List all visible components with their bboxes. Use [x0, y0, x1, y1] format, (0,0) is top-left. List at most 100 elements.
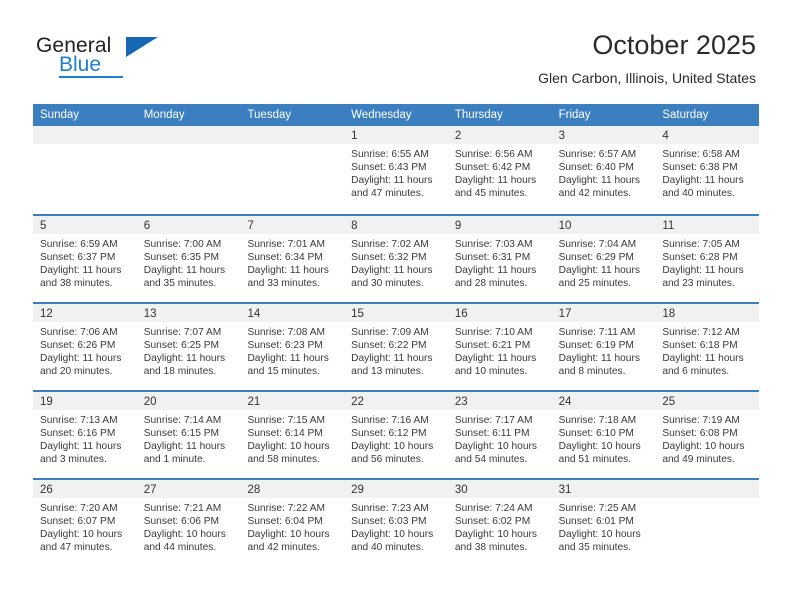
day-cell[interactable]: 15 Sunrise: 7:09 AM Sunset: 6:22 PM Dayligh… [344, 304, 448, 390]
daylight-duration-line1: Daylight: 11 hours [143, 265, 226, 277]
sunset-time: Sunset: 6:34 PM [247, 252, 323, 264]
day-cell-empty [655, 480, 760, 566]
daylight-duration-line2: and 38 minutes. [40, 278, 113, 290]
day-number: 16 [454, 308, 468, 320]
daylight-duration-line1: Daylight: 11 hours [40, 441, 122, 453]
day-cell[interactable]: 10 Sunrise: 7:04 AM Sunset: 6:29 PM Dayligh… [551, 216, 656, 302]
day-cell[interactable]: 24 Sunrise: 7:18 AM Sunset: 6:10 PM Dayligh… [551, 392, 656, 478]
sunset-time: Sunset: 6:03 PM [351, 516, 427, 528]
day-cell[interactable]: 28 Sunrise: 7:22 AM Sunset: 6:04 PM Dayligh… [240, 480, 345, 566]
day-details: Sunrise: 7:02 AM Sunset: 6:32 PM Daylight:… [344, 234, 448, 290]
calendar-weeks: 1 Sunrise: 6:55 AM Sunset: 6:43 PM Daylight… [33, 126, 760, 566]
sunrise-time: Sunrise: 7:03 AM [454, 239, 533, 250]
day-cell[interactable]: 20 Sunrise: 7:14 AM Sunset: 6:15 PM Dayligh… [136, 392, 241, 478]
daylight-duration-line1: Daylight: 11 hours [351, 353, 433, 365]
daylight-duration-line2: and 45 minutes. [454, 188, 528, 200]
sunset-time: Sunset: 6:06 PM [143, 516, 220, 528]
day-details: Sunrise: 7:15 AM Sunset: 6:14 PM Daylight:… [240, 410, 344, 466]
day-cell[interactable]: 4 Sunrise: 6:58 AM Sunset: 6:38 PM Daylight… [655, 126, 760, 214]
calendar-week-row: 1 Sunrise: 6:55 AM Sunset: 6:43 PM Daylight… [33, 126, 760, 214]
daylight-duration-line2: and 35 minutes. [558, 542, 632, 554]
day-cell[interactable]: 13 Sunrise: 7:07 AM Sunset: 6:25 PM Dayligh… [136, 304, 241, 390]
daylight-duration-line1: Daylight: 10 hours [40, 529, 123, 541]
title-block: October 2025 Glen Carbon, Illinois, Unit… [538, 28, 756, 87]
day-details: Sunrise: 7:12 AM Sunset: 6:18 PM Daylight:… [655, 322, 759, 378]
day-number-band: 10 [551, 216, 656, 234]
day-cell[interactable]: 8 Sunrise: 7:02 AM Sunset: 6:32 PM Daylight… [344, 216, 448, 302]
brand-logo[interactable]: General Blue [36, 34, 256, 86]
daylight-duration-line1: Daylight: 11 hours [662, 265, 744, 277]
day-cell-empty [240, 126, 345, 214]
day-number-band: 17 [551, 304, 656, 322]
day-number: 9 [454, 220, 462, 232]
day-details: Sunrise: 7:08 AM Sunset: 6:23 PM Daylight:… [240, 322, 344, 378]
sunrise-time: Sunrise: 6:57 AM [558, 149, 637, 160]
day-cell[interactable]: 1 Sunrise: 6:55 AM Sunset: 6:43 PM Daylight… [344, 126, 448, 214]
day-number-band: 28 [240, 480, 345, 498]
day-number: 27 [143, 484, 157, 496]
daylight-duration-line2: and 6 minutes. [662, 366, 730, 378]
daylight-duration-line2: and 42 minutes. [558, 188, 632, 200]
daylight-duration-line2: and 10 minutes. [454, 366, 528, 378]
day-cell[interactable]: 29 Sunrise: 7:23 AM Sunset: 6:03 PM Dayligh… [344, 480, 448, 566]
daylight-duration-line2: and 15 minutes. [247, 366, 320, 378]
sunrise-time: Sunrise: 6:59 AM [40, 239, 118, 250]
day-cell[interactable]: 18 Sunrise: 7:12 AM Sunset: 6:18 PM Dayligh… [655, 304, 760, 390]
day-cell[interactable]: 2 Sunrise: 6:56 AM Sunset: 6:42 PM Daylight… [447, 126, 552, 214]
daylight-duration-line2: and 54 minutes. [454, 454, 528, 466]
sunset-time: Sunset: 6:28 PM [662, 252, 738, 264]
day-cell[interactable]: 11 Sunrise: 7:05 AM Sunset: 6:28 PM Dayligh… [655, 216, 760, 302]
daylight-duration-line2: and 25 minutes. [558, 278, 632, 290]
daylight-duration-line2: and 58 minutes. [247, 454, 320, 466]
day-number: 12 [40, 308, 53, 320]
day-cell[interactable]: 9 Sunrise: 7:03 AM Sunset: 6:31 PM Daylight… [447, 216, 552, 302]
sunrise-time: Sunrise: 7:17 AM [454, 415, 533, 426]
sunrise-time: Sunrise: 7:10 AM [454, 327, 533, 338]
sunset-time: Sunset: 6:18 PM [662, 340, 738, 352]
day-number-band: 2 [447, 126, 552, 144]
calendar-page: General Blue October 2025 Glen Carbon, I… [0, 0, 792, 612]
day-number-band: 12 [33, 304, 137, 322]
sunrise-time: Sunrise: 7:24 AM [454, 503, 533, 514]
day-cell[interactable]: 30 Sunrise: 7:24 AM Sunset: 6:02 PM Dayligh… [447, 480, 552, 566]
day-number-band [33, 126, 137, 144]
day-cell[interactable]: 3 Sunrise: 6:57 AM Sunset: 6:40 PM Daylight… [551, 126, 656, 214]
day-number: 18 [662, 308, 676, 320]
day-cell[interactable]: 17 Sunrise: 7:11 AM Sunset: 6:19 PM Dayligh… [551, 304, 656, 390]
day-number-band: 3 [551, 126, 656, 144]
day-cell[interactable]: 6 Sunrise: 7:00 AM Sunset: 6:35 PM Daylight… [136, 216, 241, 302]
day-cell[interactable]: 31 Sunrise: 7:25 AM Sunset: 6:01 PM Dayligh… [551, 480, 656, 566]
day-number: 15 [351, 308, 364, 320]
day-cell[interactable]: 19 Sunrise: 7:13 AM Sunset: 6:16 PM Dayligh… [33, 392, 137, 478]
day-cell[interactable]: 7 Sunrise: 7:01 AM Sunset: 6:34 PM Daylight… [240, 216, 345, 302]
day-cell[interactable]: 23 Sunrise: 7:17 AM Sunset: 6:11 PM Dayligh… [447, 392, 552, 478]
day-cell[interactable]: 21 Sunrise: 7:15 AM Sunset: 6:14 PM Dayligh… [240, 392, 345, 478]
weekday-header-tuesday: Tuesday [247, 109, 292, 121]
day-cell[interactable]: 16 Sunrise: 7:10 AM Sunset: 6:21 PM Dayligh… [447, 304, 552, 390]
day-number-band [136, 126, 241, 144]
sunrise-time: Sunrise: 7:12 AM [662, 327, 740, 338]
daylight-duration-line1: Daylight: 11 hours [454, 175, 537, 187]
sunset-time: Sunset: 6:29 PM [558, 252, 634, 264]
day-cell[interactable]: 27 Sunrise: 7:21 AM Sunset: 6:06 PM Dayligh… [136, 480, 241, 566]
day-cell[interactable]: 22 Sunrise: 7:16 AM Sunset: 6:12 PM Dayligh… [344, 392, 448, 478]
sunrise-time: Sunrise: 7:04 AM [558, 239, 637, 250]
day-cell[interactable]: 5 Sunrise: 6:59 AM Sunset: 6:37 PM Daylight… [33, 216, 137, 302]
day-details [33, 144, 137, 148]
day-details: Sunrise: 7:11 AM Sunset: 6:19 PM Daylight:… [552, 322, 656, 378]
sunset-time: Sunset: 6:07 PM [40, 516, 116, 528]
daylight-duration-line1: Daylight: 11 hours [247, 353, 329, 365]
day-cell[interactable]: 25 Sunrise: 7:19 AM Sunset: 6:08 PM Dayligh… [655, 392, 760, 478]
sunrise-time: Sunrise: 6:55 AM [351, 149, 429, 160]
day-number: 14 [247, 308, 261, 320]
day-details: Sunrise: 7:21 AM Sunset: 6:06 PM Daylight:… [137, 498, 241, 554]
daylight-duration-line1: Daylight: 11 hours [40, 353, 122, 365]
sunset-time: Sunset: 6:08 PM [662, 428, 738, 440]
day-number: 24 [558, 396, 572, 408]
day-number-band: 19 [33, 392, 137, 410]
day-details: Sunrise: 7:23 AM Sunset: 6:03 PM Daylight:… [344, 498, 448, 554]
day-cell[interactable]: 26 Sunrise: 7:20 AM Sunset: 6:07 PM Dayligh… [33, 480, 137, 566]
daylight-duration-line1: Daylight: 11 hours [558, 353, 640, 365]
day-cell[interactable]: 12 Sunrise: 7:06 AM Sunset: 6:26 PM Dayligh… [33, 304, 137, 390]
day-cell[interactable]: 14 Sunrise: 7:08 AM Sunset: 6:23 PM Dayligh… [240, 304, 345, 390]
